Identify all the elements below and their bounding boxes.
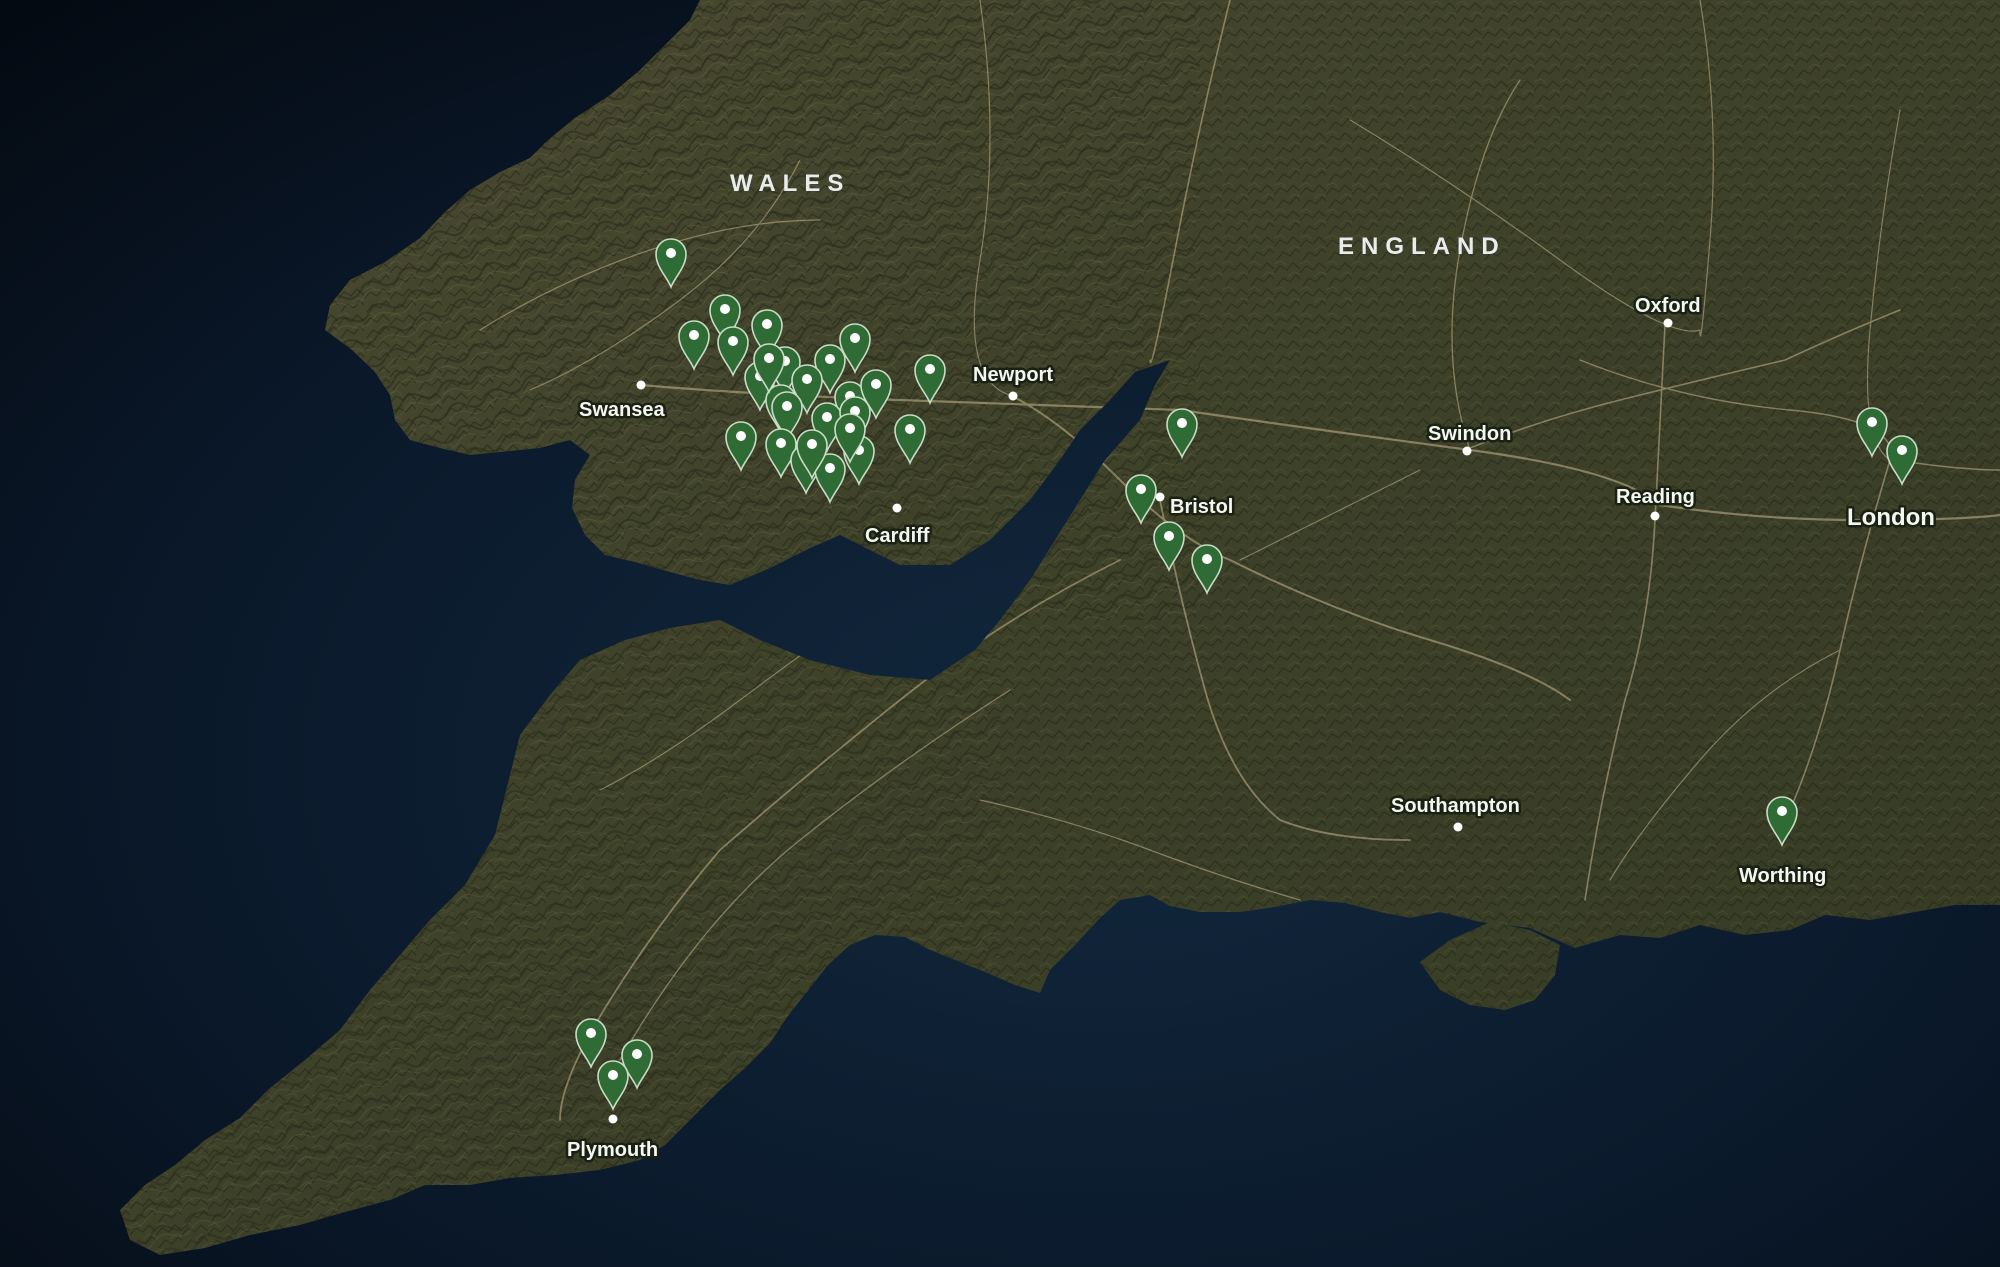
city-label-worthing: Worthing bbox=[1739, 865, 1826, 887]
city-dot-cardiff bbox=[892, 503, 902, 513]
city-dot-plymouth bbox=[608, 1114, 618, 1124]
city-dot-reading bbox=[1650, 511, 1660, 521]
region-label-wales: WALES bbox=[730, 170, 850, 197]
city-label-swindon: Swindon bbox=[1428, 423, 1511, 445]
city-label-reading: Reading bbox=[1616, 486, 1695, 508]
map-canvas[interactable]: WALES ENGLAND Swansea Cardiff Newport Br… bbox=[0, 0, 2000, 1267]
city-label-newport: Newport bbox=[973, 364, 1053, 386]
city-label-cardiff: Cardiff bbox=[865, 525, 930, 547]
city-dot-swindon bbox=[1462, 446, 1472, 456]
city-label-bristol: Bristol bbox=[1170, 496, 1233, 518]
city-dot-swansea bbox=[636, 380, 646, 390]
city-dot-newport bbox=[1008, 391, 1018, 401]
city-label-plymouth: Plymouth bbox=[567, 1139, 658, 1161]
city-dot-oxford bbox=[1663, 318, 1673, 328]
city-label-southampton: Southampton bbox=[1391, 795, 1520, 817]
city-dot-bristol bbox=[1155, 492, 1165, 502]
city-label-london: London bbox=[1847, 504, 1935, 531]
city-label-swansea: Swansea bbox=[579, 399, 665, 421]
city-label-oxford: Oxford bbox=[1635, 295, 1701, 317]
city-dot-southampton bbox=[1453, 822, 1463, 832]
region-label-england: ENGLAND bbox=[1338, 233, 1506, 260]
